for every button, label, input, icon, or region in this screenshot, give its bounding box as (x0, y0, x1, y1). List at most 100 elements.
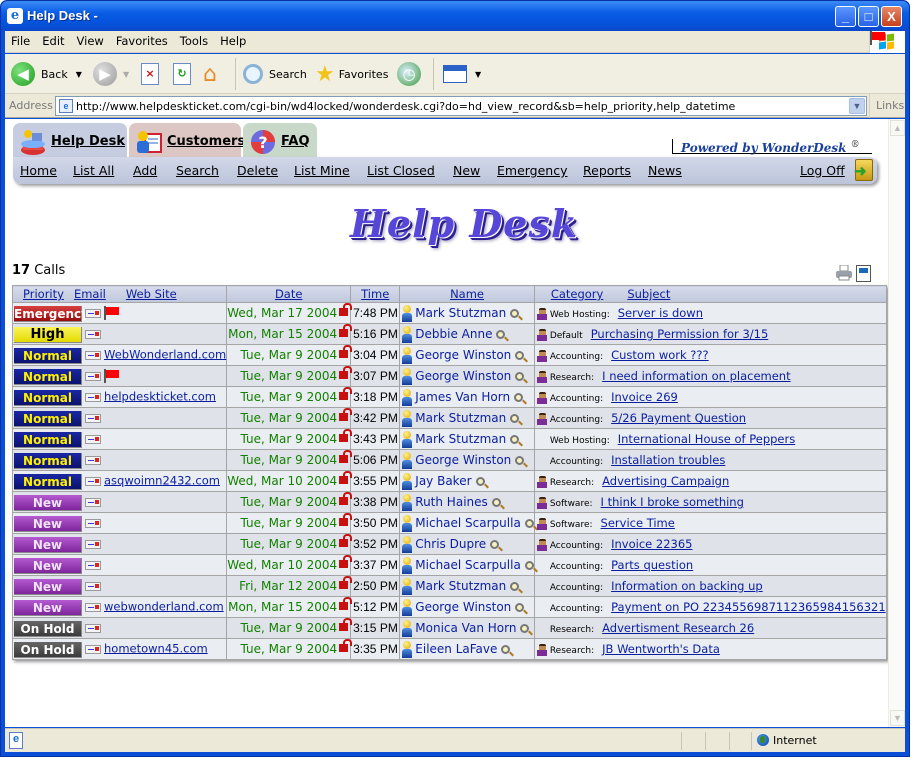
email-icon[interactable] (85, 434, 101, 444)
menu-tools[interactable]: Tools (174, 31, 214, 48)
email-icon[interactable] (85, 518, 101, 528)
tab-help-desk-label[interactable]: Help Desk (51, 134, 125, 149)
email-icon[interactable] (85, 644, 101, 654)
log-off-icon[interactable] (854, 159, 873, 181)
subject-link[interactable]: Advertisment Research 26 (602, 621, 754, 635)
magnifier-icon[interactable] (501, 644, 511, 654)
minimize-button[interactable]: _ (835, 6, 856, 27)
sort-subject[interactable]: Subject (627, 287, 670, 301)
menu-file[interactable]: File (5, 31, 36, 48)
subject-link[interactable]: JB Wentworth's Data (602, 642, 720, 656)
magnifier-icon[interactable] (490, 539, 500, 549)
unlock-icon[interactable] (339, 449, 353, 463)
magnifier-icon[interactable] (524, 518, 534, 528)
subject-link[interactable]: Service Time (601, 516, 675, 530)
magnifier-icon[interactable] (515, 455, 525, 465)
magnifier-icon[interactable] (496, 329, 506, 339)
nav-list-mine[interactable]: List Mine (294, 163, 350, 178)
unlock-icon[interactable] (339, 344, 353, 358)
nav-add[interactable]: Add (133, 163, 157, 178)
customer-name[interactable]: George Winston (415, 453, 511, 467)
email-icon[interactable] (85, 392, 101, 402)
magnifier-icon[interactable] (510, 413, 520, 423)
magnifier-icon[interactable] (510, 434, 520, 444)
links-button[interactable]: Links (869, 94, 905, 118)
scroll-up-icon[interactable]: ▲ (890, 120, 905, 136)
magnifier-icon[interactable] (491, 497, 501, 507)
unlock-icon[interactable] (339, 323, 353, 337)
subject-link[interactable]: Invoice 22365 (611, 537, 692, 551)
email-icon[interactable] (85, 350, 101, 360)
unlock-icon[interactable] (339, 491, 353, 505)
unlock-icon[interactable] (339, 428, 353, 442)
edit-dropdown-icon[interactable]: ▼ (475, 70, 481, 79)
nav-list-closed[interactable]: List Closed (367, 163, 435, 178)
unlock-icon[interactable] (339, 533, 353, 547)
unlock-icon[interactable] (339, 596, 353, 610)
email-icon[interactable] (85, 308, 101, 318)
subject-link[interactable]: Information on backing up (611, 579, 763, 593)
magnifier-icon[interactable] (510, 581, 520, 591)
subject-link[interactable]: Invoice 269 (611, 390, 678, 404)
edit-button[interactable]: ▼ (443, 60, 481, 88)
tab-faq-label[interactable]: FAQ (281, 134, 310, 149)
email-icon[interactable] (85, 371, 101, 381)
email-icon[interactable] (85, 539, 101, 549)
website-link[interactable]: helpdeskticket.com (104, 389, 216, 403)
nav-emergency[interactable]: Emergency (497, 163, 568, 178)
website-link[interactable]: WebWonderland.com (104, 347, 226, 361)
customer-name[interactable]: Monica Van Horn (415, 621, 516, 635)
sort-time[interactable]: Time (361, 287, 389, 301)
tab-customers-label[interactable]: Customers (167, 134, 245, 149)
unlock-icon[interactable] (339, 407, 353, 421)
unlock-icon[interactable] (339, 554, 353, 568)
customer-name[interactable]: Michael Scarpulla (415, 516, 521, 530)
website-link[interactable]: webwonderland.com (104, 599, 224, 613)
customer-name[interactable]: George Winston (415, 348, 511, 362)
customer-name[interactable]: Jay Baker (415, 474, 471, 488)
unlock-icon[interactable] (339, 365, 353, 379)
subject-link[interactable]: Custom work ??? (611, 348, 709, 362)
customer-name[interactable]: Chris Dupre (415, 537, 486, 551)
nav-reports[interactable]: Reports (583, 163, 631, 178)
vertical-scrollbar[interactable]: ▲ ▼ (888, 119, 905, 727)
customer-name[interactable]: Mark Stutzman (415, 579, 506, 593)
subject-link[interactable]: Server is down (618, 306, 703, 320)
tab-customers[interactable]: Customers (129, 123, 245, 159)
customer-name[interactable]: Mark Stutzman (415, 306, 506, 320)
magnifier-icon[interactable] (524, 560, 534, 570)
print-icon[interactable] (836, 265, 852, 281)
email-icon[interactable] (85, 455, 101, 465)
subject-link[interactable]: I think I broke something (601, 495, 744, 509)
unlock-icon[interactable] (339, 512, 353, 526)
sort-website[interactable]: Web Site (126, 287, 177, 301)
website-link[interactable]: asqwoimn2432.com (104, 473, 220, 487)
email-icon[interactable] (85, 560, 101, 570)
subject-link[interactable]: Installation troubles (611, 453, 725, 467)
magnifier-icon[interactable] (515, 371, 525, 381)
powered-by-link[interactable]: Powered by WonderDesk ® (672, 139, 872, 155)
menu-favorites[interactable]: Favorites (110, 31, 174, 48)
sort-category[interactable]: Category (551, 287, 604, 301)
email-icon[interactable] (85, 497, 101, 507)
tab-help-desk[interactable]: Help Desk (13, 123, 127, 161)
subject-link[interactable]: 5/26 Payment Question (611, 411, 746, 425)
history-button[interactable]: ◷ (397, 60, 421, 88)
customer-name[interactable]: Michael Scarpulla (415, 558, 521, 572)
menu-view[interactable]: View (71, 31, 110, 48)
back-button[interactable]: ◀ Back ▼ (11, 60, 82, 88)
stop-button[interactable]: × (141, 60, 159, 88)
email-icon[interactable] (85, 413, 101, 423)
tab-faq[interactable]: ? FAQ (243, 123, 317, 159)
nav-news[interactable]: News (648, 163, 682, 178)
customer-name[interactable]: George Winston (415, 600, 511, 614)
unlock-icon[interactable] (339, 470, 353, 484)
back-dropdown-icon[interactable]: ▼ (76, 70, 82, 79)
sort-date[interactable]: Date (275, 287, 303, 301)
customer-name[interactable]: Eileen LaFave (415, 642, 497, 656)
nav-search[interactable]: Search (176, 163, 219, 178)
scroll-down-icon[interactable]: ▼ (890, 710, 905, 726)
nav-list-all[interactable]: List All (73, 163, 114, 178)
customer-name[interactable]: George Winston (415, 369, 511, 383)
forward-button[interactable]: ▶ ▼ (93, 60, 129, 88)
